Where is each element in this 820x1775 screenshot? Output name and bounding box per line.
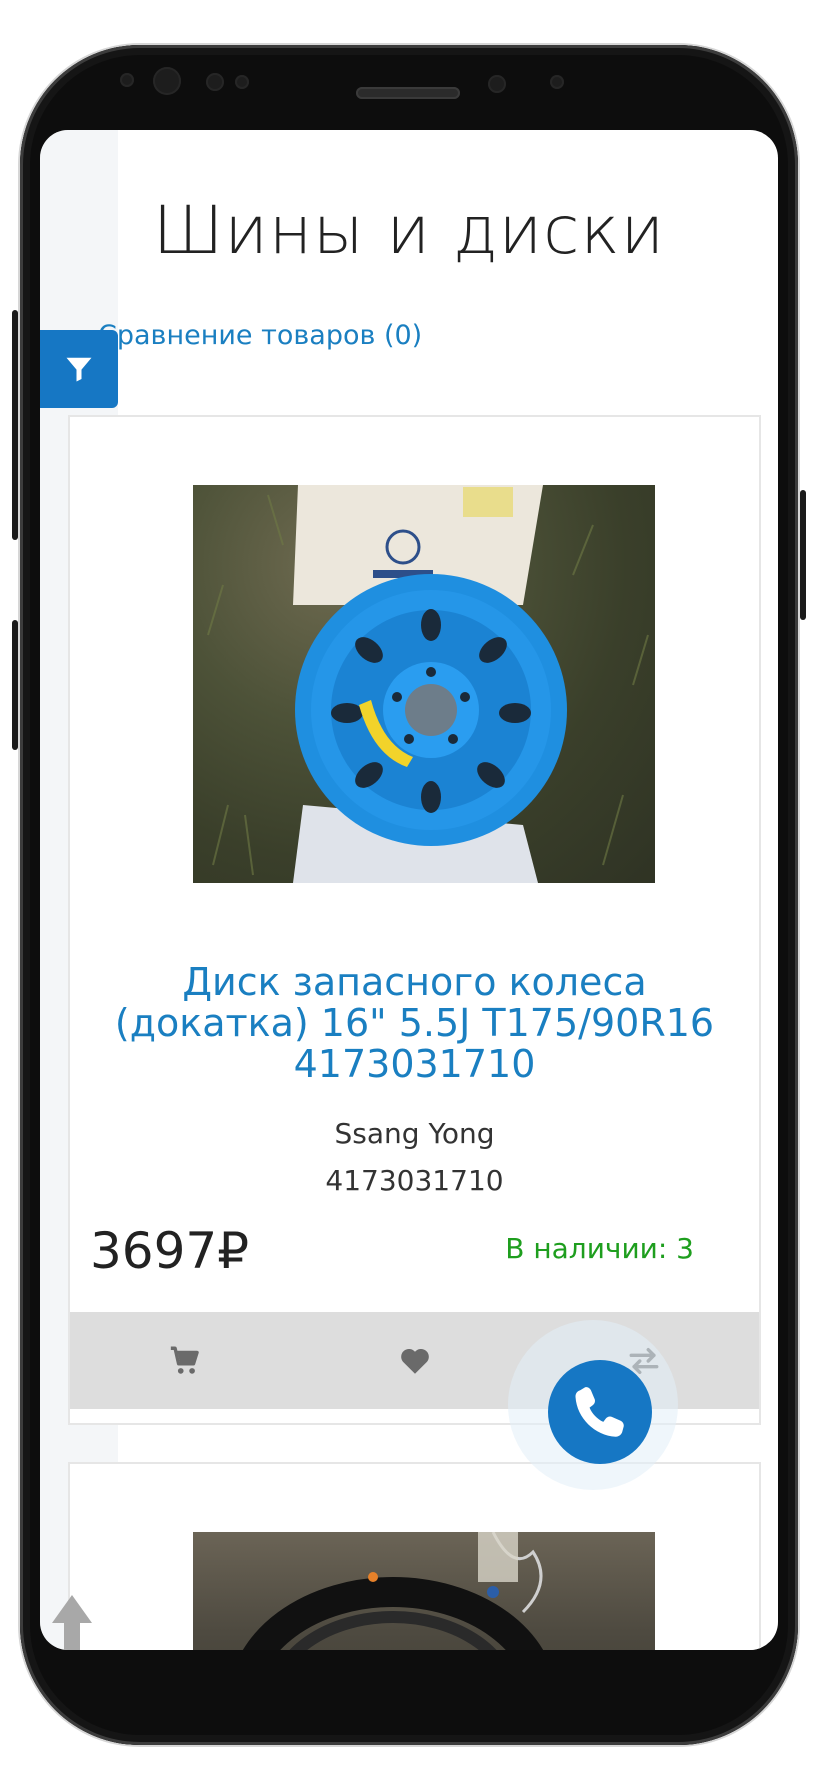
arrow-up-icon xyxy=(52,1595,92,1650)
wheel-photo xyxy=(207,485,649,883)
product-image[interactable] xyxy=(193,485,655,883)
phone-icon xyxy=(575,1387,624,1437)
product-card xyxy=(68,1462,761,1650)
front-sensor xyxy=(550,75,564,89)
product-card: Диск запасного колеса (докатка) 16" 5.5J… xyxy=(68,415,761,1425)
add-to-cart-button[interactable] xyxy=(70,1312,300,1409)
filter-icon xyxy=(66,357,92,382)
add-to-wishlist-button[interactable] xyxy=(300,1312,530,1409)
phone-side-button xyxy=(800,490,806,620)
product-image[interactable] xyxy=(193,1532,655,1650)
screen: Шины и диски Сравнение товаров (0) Диск … xyxy=(40,130,778,1650)
phone-side-button xyxy=(12,620,18,750)
cart-icon xyxy=(170,1346,199,1374)
scroll-to-top-button[interactable] xyxy=(52,1595,92,1650)
front-sensor xyxy=(206,73,224,91)
wheel-photo xyxy=(243,1532,543,1650)
front-sensor xyxy=(153,67,181,95)
heart-icon xyxy=(400,1348,429,1374)
compare-link[interactable]: Сравнение товаров (0) xyxy=(98,320,422,351)
filter-button[interactable] xyxy=(40,330,118,408)
stock-status: В наличии: 3 xyxy=(505,1232,694,1265)
phone-side-button xyxy=(12,310,18,540)
front-sensor xyxy=(120,73,134,87)
product-title-link[interactable]: Диск запасного колеса (докатка) 16" 5.5J… xyxy=(90,962,739,1085)
product-sku: 4173031710 xyxy=(325,1164,504,1197)
product-price: 3697₽ xyxy=(90,1222,250,1280)
product-brand: Ssang Yong xyxy=(334,1117,495,1150)
earpiece-speaker xyxy=(356,87,460,99)
page-title: Шины и диски xyxy=(152,192,666,269)
call-button[interactable] xyxy=(548,1360,652,1464)
front-sensor xyxy=(235,75,249,89)
front-camera xyxy=(488,75,506,93)
